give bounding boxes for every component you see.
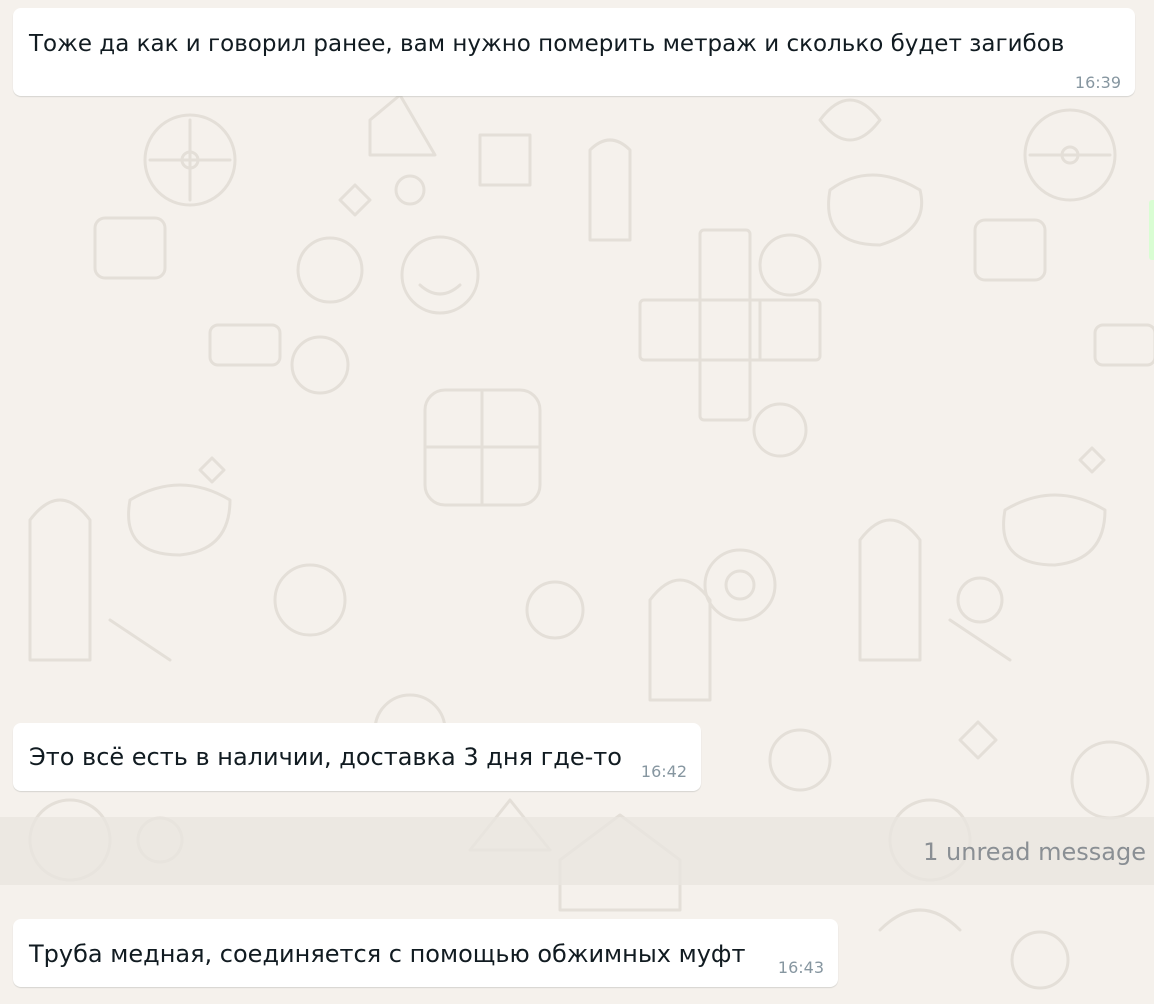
unread-messages-label: 1 unread message: [923, 838, 1146, 866]
message-timestamp: 16:42: [640, 762, 687, 781]
message-text: Тоже да как и говорил ранее, вам нужно п…: [29, 31, 1065, 57]
message-text: Это всё есть в наличии, доставка 3 дня г…: [29, 743, 622, 771]
message-bubble-incoming[interactable]: Тоже да как и говорил ранее, вам нужно п…: [13, 8, 1135, 96]
chat-area: Тоже да как и говорил ранее, вам нужно п…: [0, 0, 1154, 1004]
message-text: Труба медная, соединяется с помощью обжи…: [29, 940, 746, 968]
message-bubble-incoming[interactable]: Труба медная, соединяется с помощью обжи…: [13, 919, 838, 987]
message-timestamp: 16:39: [1074, 73, 1121, 92]
outgoing-bubble-edge: [1149, 200, 1154, 260]
message-bubble-incoming[interactable]: Это всё есть в наличии, доставка 3 дня г…: [13, 723, 701, 791]
message-timestamp: 16:43: [777, 958, 824, 977]
unread-messages-divider: 1 unread message: [0, 817, 1154, 885]
